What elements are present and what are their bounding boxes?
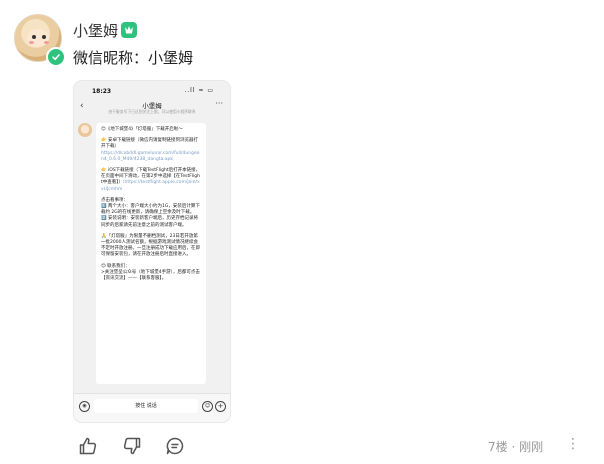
avatar-cheek-right [44, 41, 49, 44]
message-bubble: 😊《地下城堡4》「灯塔服」下载开启啦～ 👉 安卓下载链接（微信内请复制链接到浏览… [96, 123, 206, 384]
status-icons: ..ll ≈ ▭ [184, 87, 214, 94]
emoji-icon: ☺ [202, 401, 213, 412]
voice-icon: ◉ [79, 401, 90, 412]
verified-check-icon [46, 47, 66, 67]
status-time: 18:23 [92, 88, 112, 95]
hold-to-talk: 按住 说话 [94, 399, 198, 413]
level-badge-icon [121, 22, 137, 38]
post-text: 微信昵称：小堡姆 [73, 49, 194, 67]
message-text: 👉 安卓下载链接（微信内请复制链接到浏览器打开下载） [101, 138, 199, 150]
chat-subtitle: 由于服务号下已达到关注上限，可以使用小程序联系 [108, 109, 196, 114]
comment-icon[interactable] [165, 436, 185, 456]
phone-status-bar: 18:23 ..ll ≈ ▭ [74, 81, 230, 97]
chat-input-bar: ◉ 按住 说话 ☺ + [74, 393, 230, 422]
plus-icon: + [215, 401, 226, 412]
message-paragraph: 😊 联系我们： >关注堡垒公众号（地下城堡4手游），后都可点击【资讯交流】——【… [101, 263, 200, 282]
avatar-cheek-left [29, 41, 34, 44]
message-paragraph: 😊《地下城堡4》「灯塔服」下载开启啦～ [101, 127, 183, 132]
screenshot-image[interactable]: 18:23 ..ll ≈ ▭ ‹ 小堡姆 由于服务号下已达到关注上限，可以使用小… [74, 81, 230, 422]
message-paragraph: 🙏「灯塔服」为限量不删档测试，23日若开放第一批2000人测试名额，根据游戏测试… [101, 233, 200, 258]
username[interactable]: 小堡姆 [73, 20, 118, 41]
avatar-eye-left [32, 35, 36, 39]
dislike-icon[interactable] [122, 436, 142, 456]
chat-header: ‹ 小堡姆 由于服务号下已达到关注上限，可以使用小程序联系 ··· [74, 99, 230, 121]
message-link: https://dlcxbddl.gamelunar.com/full/dung… [101, 150, 200, 162]
like-icon[interactable] [78, 436, 98, 456]
more-options-icon[interactable]: ⋮ [566, 437, 580, 451]
avatar-eye-right [42, 35, 46, 39]
more-icon: ··· [215, 99, 223, 108]
chat-avatar [78, 123, 92, 137]
floor-and-time: 7楼 · 刚刚 [488, 440, 544, 454]
message-paragraph: 👉 iOS下载链接（下载TestFlight后打开本链接，在页面中间下滑动，在第… [101, 168, 201, 193]
message-paragraph: 👉 安卓下载链接（微信内请复制链接到浏览器打开下载） https://dlcxbd… [101, 138, 201, 163]
message-paragraph: 点击看事项： 1️⃣ 两个大小：客户端大小约为1G，安装后计算下载约 2G的在线… [101, 197, 200, 228]
